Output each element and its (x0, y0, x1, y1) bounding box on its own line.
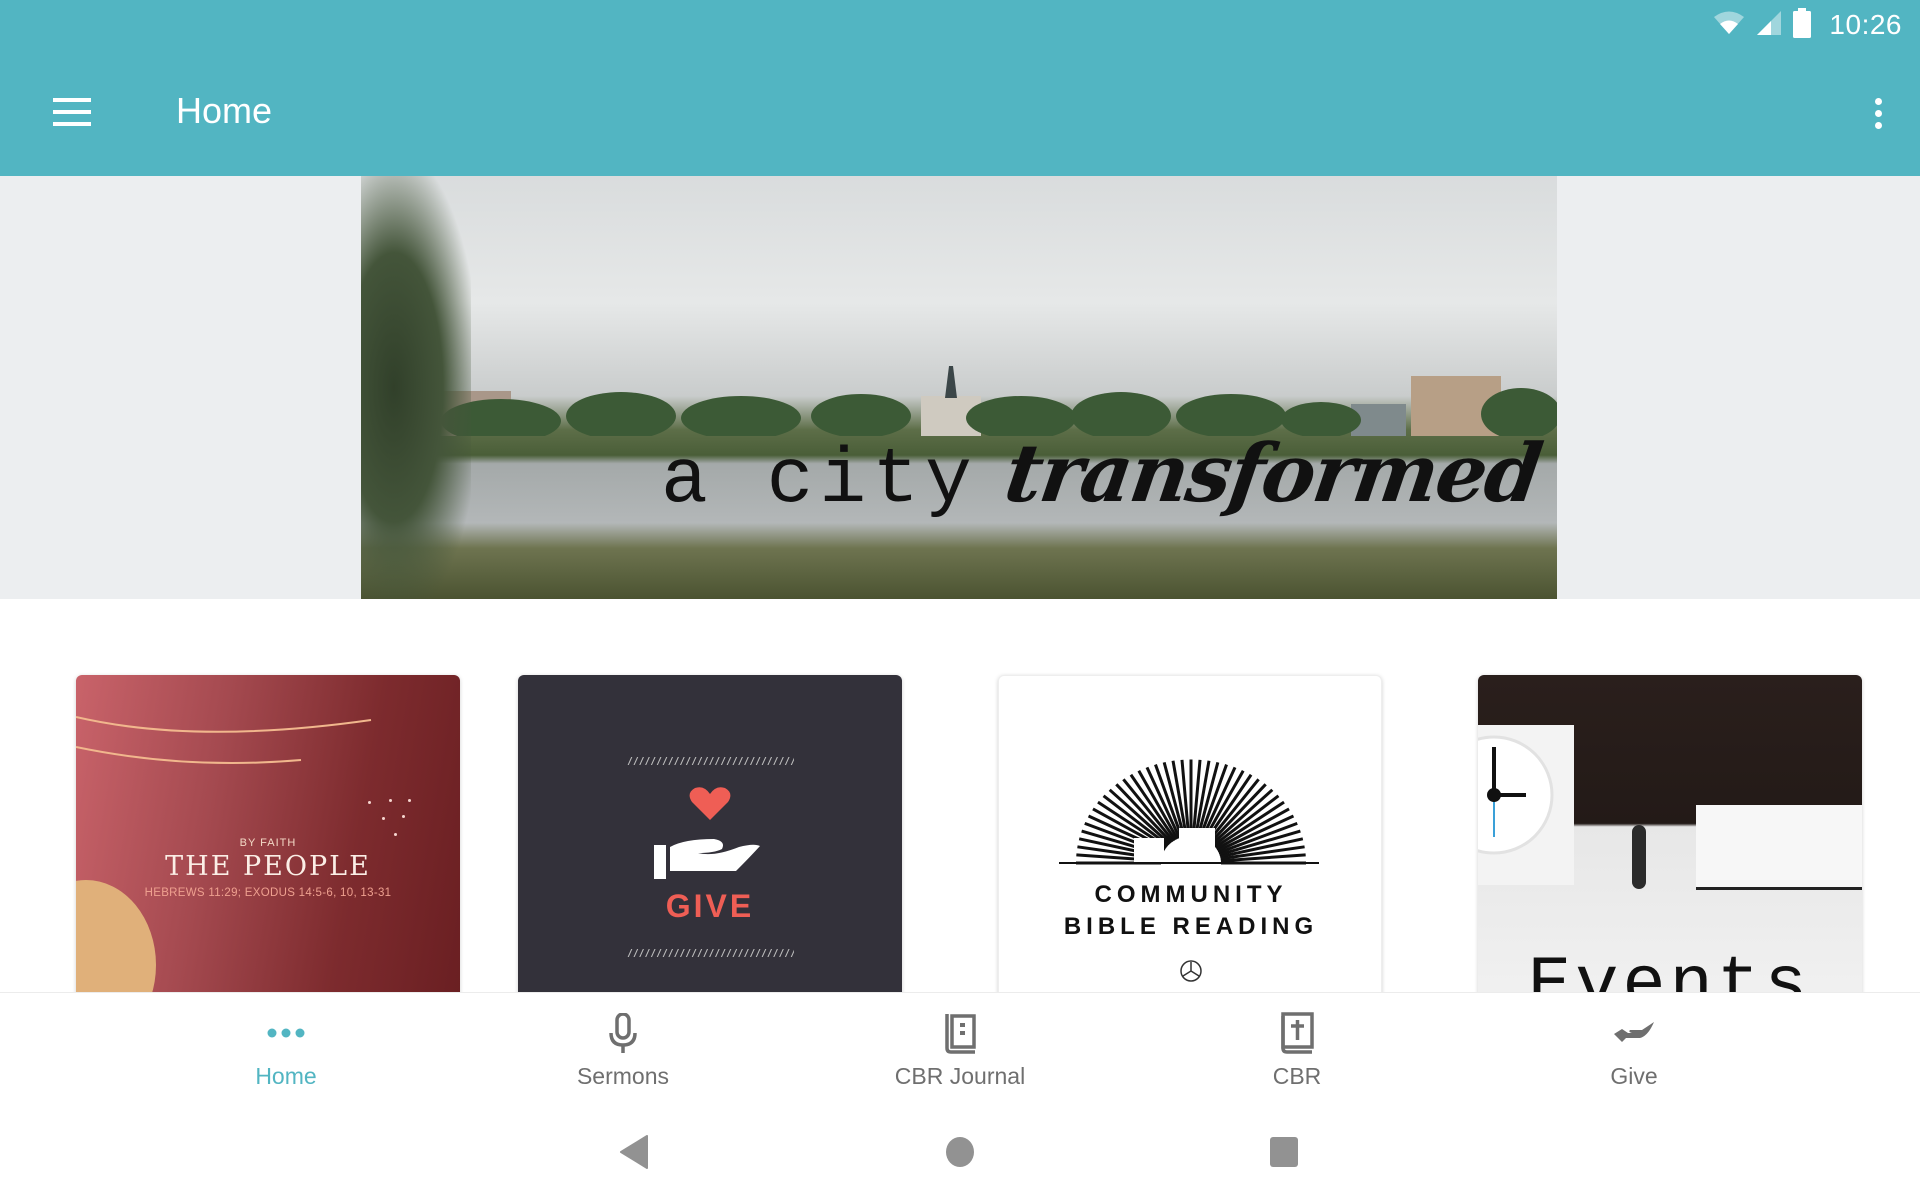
microphone-icon (601, 1011, 645, 1055)
giving-hand-icon (654, 837, 764, 886)
more-vert-icon[interactable] (1858, 90, 1898, 138)
heart-icon (689, 787, 731, 826)
nav-item-cbr[interactable]: CBR (1129, 993, 1466, 1101)
wifi-icon (1713, 10, 1745, 41)
banner-caption-plain: a city (661, 437, 978, 525)
banner-area: a city transformed (0, 176, 1920, 599)
card-title-line1: COMMUNITY (1094, 881, 1288, 908)
nav-label: Sermons (576, 1063, 670, 1089)
nav-label: CBR Journal (894, 1063, 1026, 1089)
back-icon[interactable] (612, 1130, 656, 1174)
decorative-lines (76, 716, 372, 765)
bible-icon (1275, 1011, 1319, 1055)
card-events[interactable]: Events (1478, 675, 1862, 1005)
feature-cards: BY FAITH THE PEOPLE HEBREWS 11:29; EXODU… (0, 599, 1920, 1005)
nav-item-cbr-journal[interactable]: CBR Journal (792, 993, 1129, 1101)
page-title: Home (176, 90, 273, 131)
journal-icon (938, 1011, 982, 1055)
battery-icon (1793, 7, 1812, 43)
screen: 10:26 Home a city transformed BY FAITH T… (0, 0, 1920, 1200)
bottom-navigation: Home Sermons CBR Journal CBR Give (0, 992, 1920, 1100)
card-label: GIVE (665, 888, 755, 924)
church-emblem-icon (1179, 959, 1203, 988)
nav-item-home[interactable]: Home (118, 993, 455, 1101)
nav-item-sermons[interactable]: Sermons (455, 993, 792, 1101)
card-give[interactable]: ////////////////////////////////////// G… (518, 675, 902, 1005)
home-circle-icon[interactable] (938, 1130, 982, 1174)
card-the-people[interactable]: BY FAITH THE PEOPLE HEBREWS 11:29; EXODU… (76, 675, 460, 1005)
status-time: 10:26 (1829, 9, 1902, 40)
more-horiz-icon (264, 1011, 308, 1055)
card-kicker: BY FAITH (239, 837, 297, 849)
card-scripture-reference: HEBREWS 11:29; EXODUS 14:5-6, 10, 13-31 (144, 887, 392, 899)
nav-label: Give (1610, 1063, 1658, 1089)
nav-label: Home (255, 1063, 317, 1089)
banner-caption: a city transformed (661, 426, 1546, 525)
card-title: THE PEOPLE (165, 851, 371, 882)
status-bar: 10:26 (1713, 6, 1902, 44)
pen-illustration (1632, 825, 1646, 889)
system-navigation-bar (0, 1100, 1920, 1200)
card-title-line2: BIBLE READING (1063, 913, 1319, 940)
notebook-illustration (1696, 805, 1862, 890)
recents-square-icon[interactable] (1262, 1130, 1306, 1174)
hero-banner[interactable]: a city transformed (361, 176, 1557, 599)
app-bar: 10:26 Home (0, 0, 1920, 176)
tree-foliage (361, 176, 471, 599)
nav-item-give[interactable]: Give (1466, 993, 1803, 1101)
card-community-bible-reading[interactable]: COMMUNITY BIBLE READING (998, 675, 1382, 1005)
nav-label: CBR (1272, 1063, 1322, 1089)
banner-caption-script: transformed (999, 426, 1547, 520)
giving-hand-icon (1612, 1011, 1656, 1055)
sunburst-logo (1059, 759, 1319, 865)
clock-illustration (1478, 725, 1574, 885)
decorative-hatch: ////////////////////////////////////// (626, 755, 794, 765)
decorative-hatch: ////////////////////////////////////// (626, 947, 794, 957)
hamburger-menu-icon[interactable] (44, 92, 100, 132)
cell-signal-icon (1755, 10, 1783, 41)
